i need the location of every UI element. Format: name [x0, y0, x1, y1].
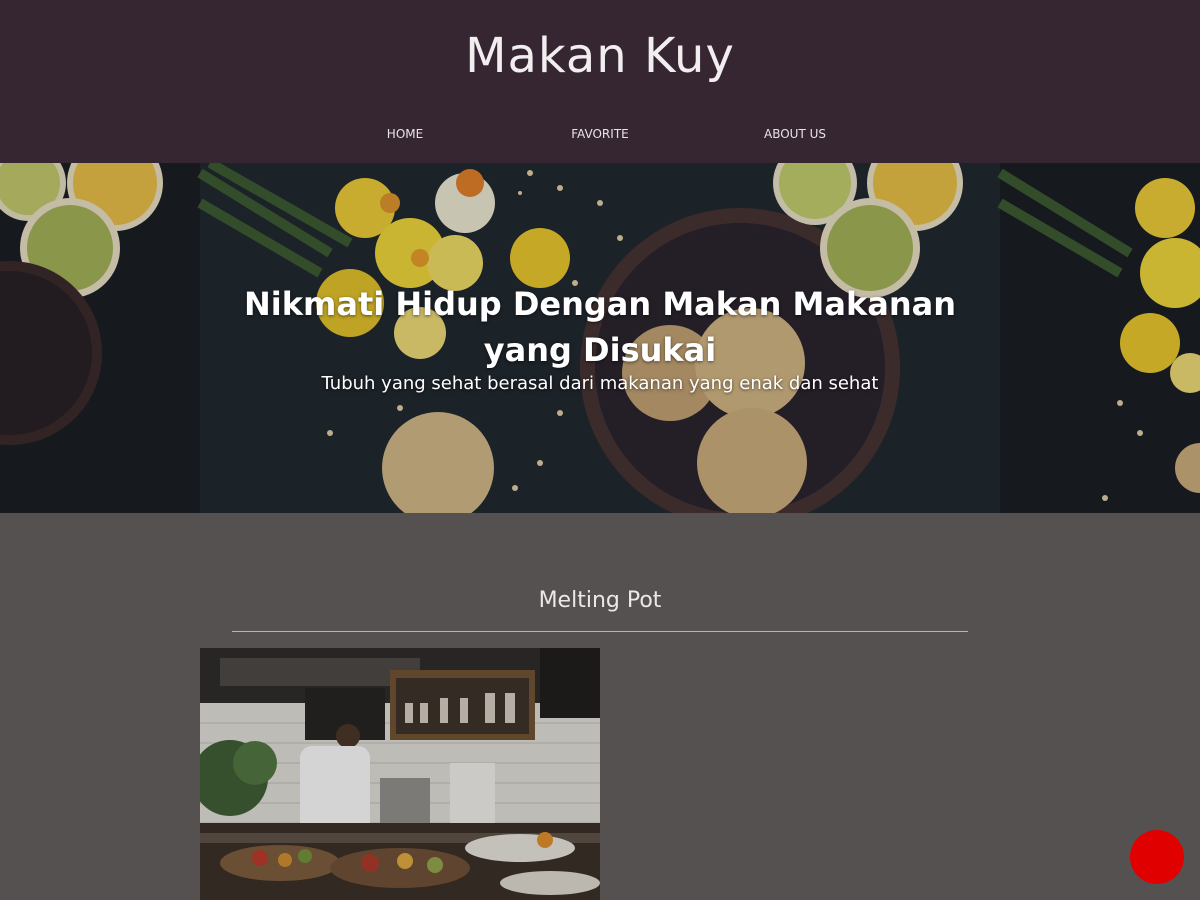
site-header: Makan Kuy HOME FAVORITE ABOUT US [0, 0, 1200, 163]
nav-favorite-link[interactable]: FAVORITE [530, 126, 670, 142]
floating-action-button[interactable] [1130, 830, 1184, 884]
nav-home-link[interactable]: HOME [335, 126, 475, 142]
section-divider [232, 631, 968, 632]
nav-about-us-link[interactable]: ABOUT US [725, 126, 865, 142]
restaurant-kitchen-image [200, 648, 600, 900]
hero-banner: Nikmati Hidup Dengan Makan Makanan yang … [0, 163, 1200, 513]
hero-headline: Nikmati Hidup Dengan Makan Makanan yang … [243, 285, 957, 369]
main-nav: HOME FAVORITE ABOUT US [0, 126, 1200, 146]
restaurant-card-image[interactable] [200, 648, 600, 900]
hero-subheadline: Tubuh yang sehat berasal dari makanan ya… [321, 373, 879, 394]
section-title: Melting Pot [538, 588, 662, 613]
site-title: Makan Kuy [465, 28, 735, 84]
